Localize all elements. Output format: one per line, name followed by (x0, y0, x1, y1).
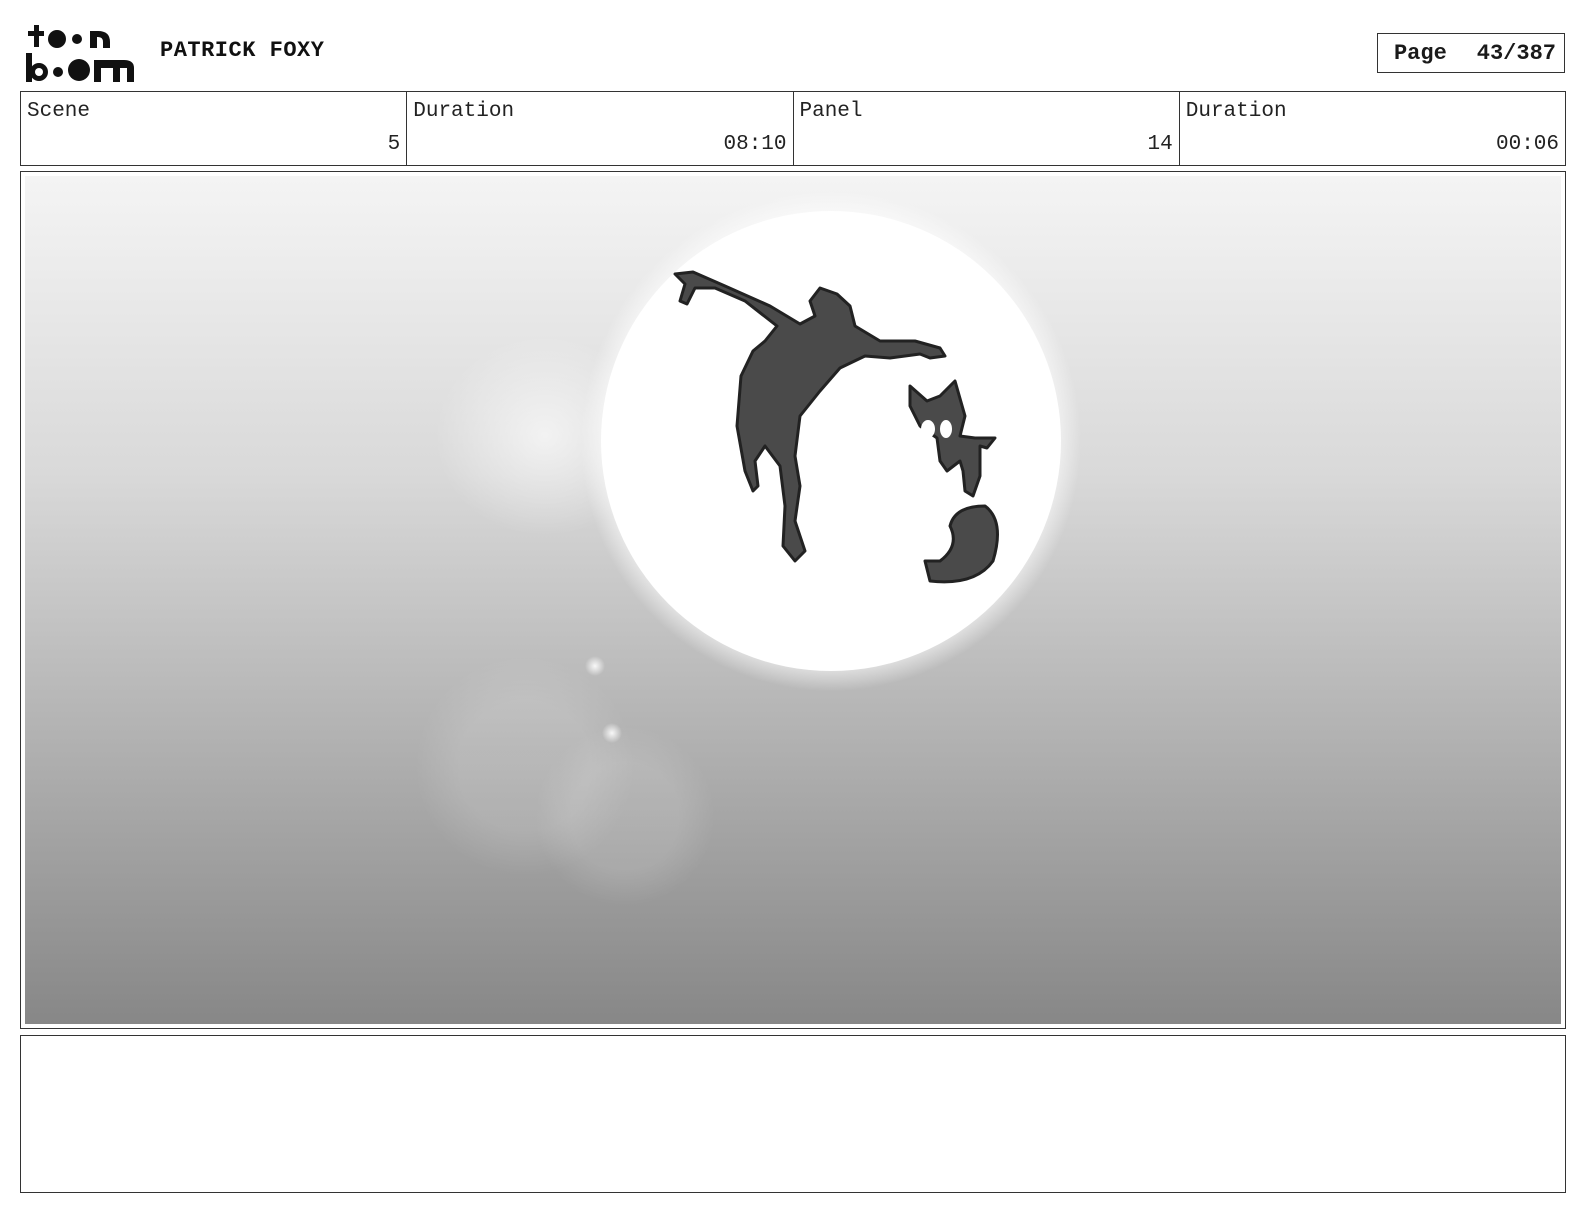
panel-label: Panel (799, 100, 863, 123)
fox-eye-left (921, 420, 935, 438)
logo-o3 (53, 67, 63, 77)
panel-info-row: Scene 5 Duration 08:10 Panel 14 Duration… (20, 91, 1566, 166)
scene-duration-label: Duration (413, 100, 515, 123)
lens-flare-dot-2 (602, 723, 622, 743)
lens-flare-dot (585, 656, 605, 676)
scene-duration-value: 08:10 (723, 133, 787, 156)
logo-o1 (48, 30, 66, 48)
logo-t-bar (28, 31, 44, 36)
logo-o2 (72, 34, 82, 44)
panel-artwork (25, 176, 1561, 1024)
page-indicator: Page 43/387 (1377, 33, 1565, 73)
toonboom-logo (26, 25, 134, 82)
scene-duration-cell: Duration 08:10 (407, 92, 794, 165)
project-title: PATRICK FOXY (160, 38, 325, 63)
scene-label: Scene (27, 100, 91, 123)
panel-value: 14 (1147, 133, 1173, 156)
scene-value: 5 (387, 133, 401, 156)
panel-duration-label: Duration (1185, 100, 1287, 123)
storyboard-panel (20, 171, 1566, 1029)
page-number: 43/387 (1476, 40, 1556, 66)
lens-flare-ring-2 (415, 656, 635, 876)
panel-notes[interactable] (20, 1035, 1566, 1193)
logo-m (94, 60, 134, 82)
fox-eye-right (940, 420, 952, 438)
panel-cell: Panel 14 (794, 92, 1180, 165)
panel-duration-value: 00:06 (1495, 133, 1559, 156)
page-label: Page (1393, 40, 1447, 66)
logo-n (90, 31, 110, 48)
logo-b-stem (26, 53, 32, 82)
logo-o4 (68, 59, 90, 81)
scene-cell: Scene 5 (21, 92, 408, 165)
panel-duration-cell: Duration 00:06 (1180, 92, 1565, 165)
